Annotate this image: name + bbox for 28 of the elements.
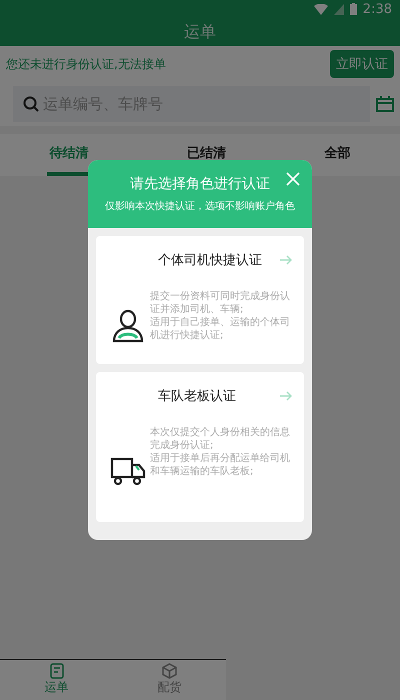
verify-button[interactable]: 立即认证 bbox=[330, 50, 394, 78]
role-description: 适用于接单后再分配运单给司机和车辆运输的车队老板; bbox=[150, 452, 291, 478]
battery-icon bbox=[350, 3, 357, 15]
page-title: 运单 bbox=[184, 22, 216, 42]
box-icon bbox=[162, 663, 177, 679]
notice-text: 您还未进行身份认证,无法接单 bbox=[6, 56, 166, 72]
close-icon[interactable] bbox=[286, 172, 300, 186]
role-description: 提交一份资料可同时完成身份认证并添加司机、车辆; bbox=[150, 290, 291, 316]
role-description: 本次仅提交个人身份相关的信息完成身份认证; bbox=[150, 426, 291, 452]
calendar-icon[interactable] bbox=[376, 96, 394, 112]
document-icon bbox=[50, 663, 64, 679]
arrow-icon bbox=[280, 391, 292, 401]
role-card[interactable]: 车队老板认证 本次仅提交个人身份相关的信息完成身份认证; 适用于接单后再分配运单给司机和车辆运输的车队老板; bbox=[96, 372, 304, 522]
dialog-title: 请先选择角色进行认证 bbox=[130, 175, 270, 193]
nav-item[interactable]: 配货 bbox=[158, 660, 182, 700]
role-description: 适用于自己接单、运输的个体司机进行快捷认证; bbox=[150, 316, 291, 342]
wifi-icon bbox=[314, 4, 328, 14]
role-title: 个体司机快捷认证 bbox=[158, 252, 262, 269]
status-time: 2:38 bbox=[362, 2, 392, 16]
signal-icon bbox=[334, 4, 344, 14]
role-card[interactable]: 个体司机快捷认证 提交一份资料可同时完成身份认证并添加司机、车辆; 适用于自己接单、运输的个体司机进行快捷认证; bbox=[96, 236, 304, 364]
dialog-subtitle: 仅影响本次快捷认证，选项不影响账户角色 bbox=[105, 200, 295, 213]
arrow-icon bbox=[280, 255, 292, 265]
tab[interactable]: 全部 bbox=[322, 134, 353, 176]
role-title: 车队老板认证 bbox=[158, 388, 236, 405]
truck-icon bbox=[110, 456, 146, 486]
search-icon bbox=[23, 96, 39, 112]
nav-item[interactable]: 运单 bbox=[44, 660, 68, 700]
